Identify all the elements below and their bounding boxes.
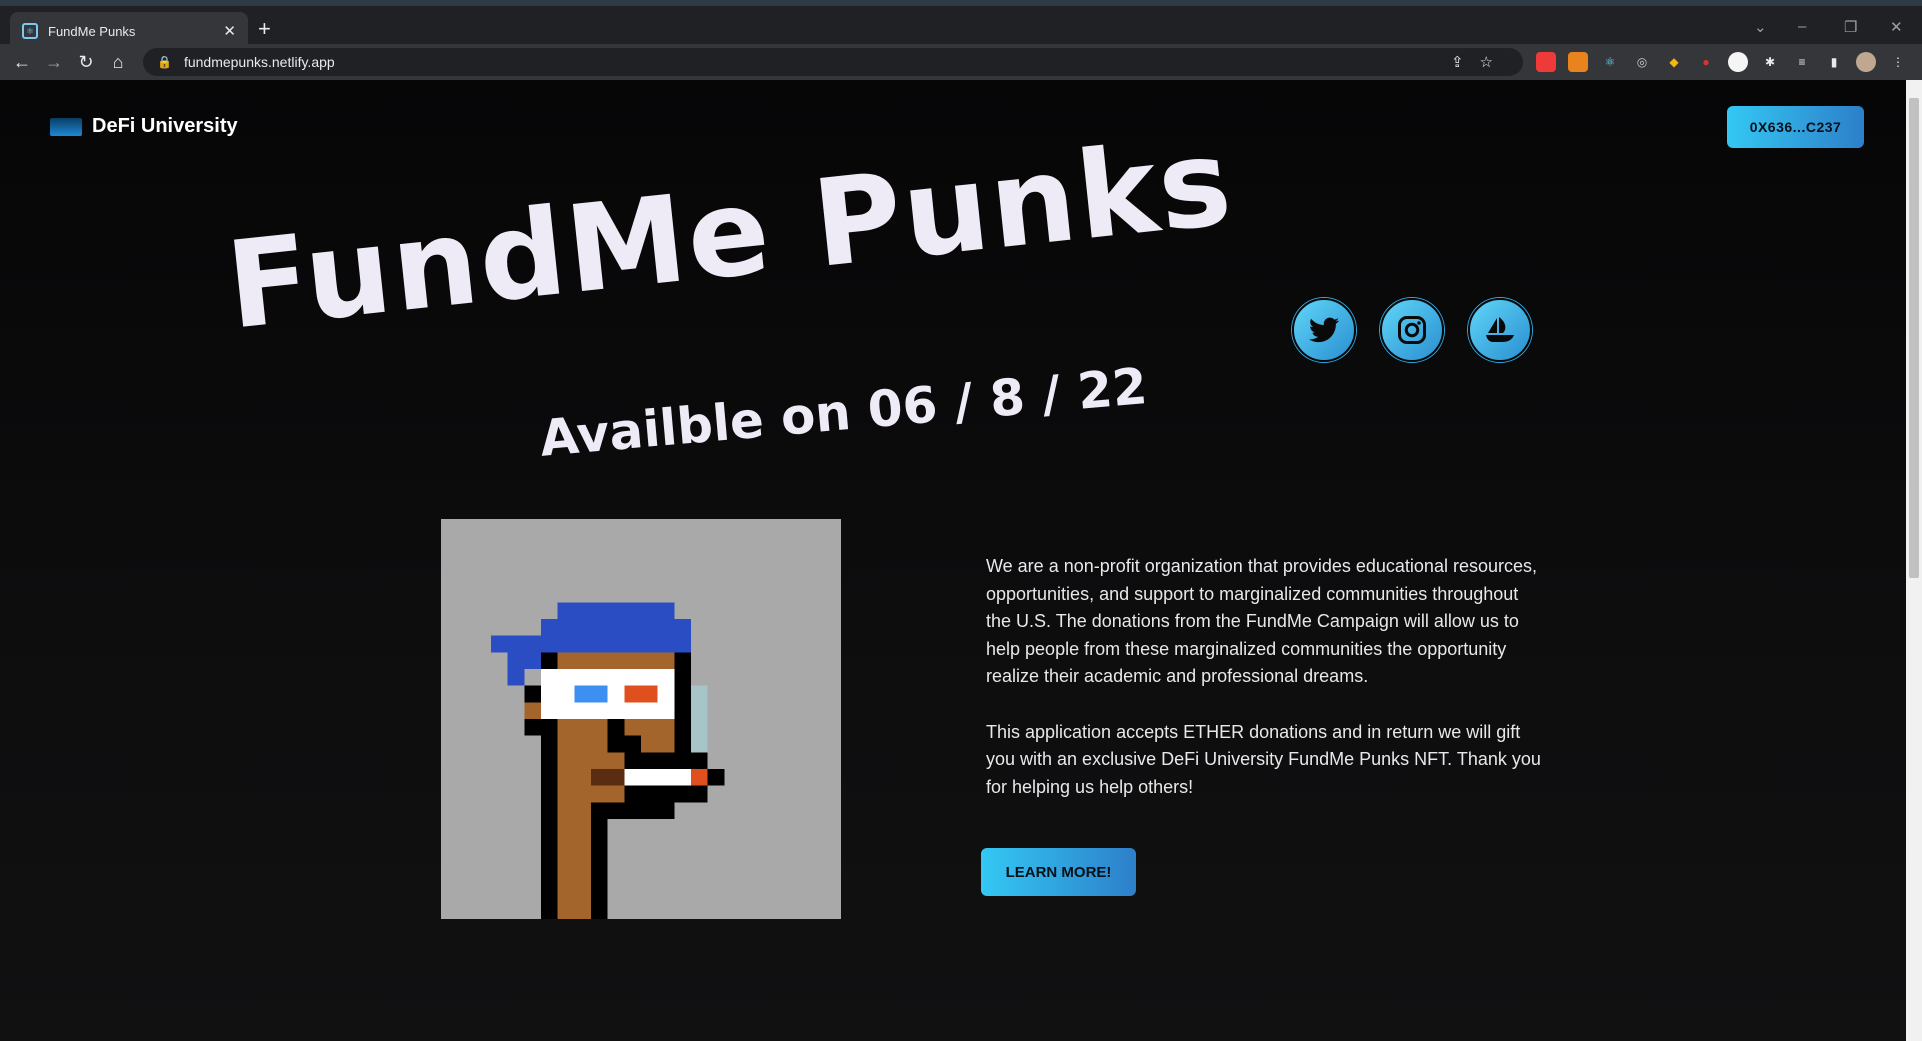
- avatar[interactable]: [1856, 52, 1876, 72]
- address-bar[interactable]: 🔒 fundmepunks.netlify.app ⇪☆: [143, 48, 1523, 76]
- brand[interactable]: DeFi University: [50, 115, 238, 138]
- about-section: We are a non-profit organization that pr…: [986, 553, 1546, 801]
- browser-tab-bar: ⚛ FundMe Punks ✕ + ⌄ – ❐ ✕: [0, 0, 1922, 50]
- react-devtools-icon[interactable]: ⚛: [1600, 52, 1620, 72]
- twitter-link[interactable]: [1292, 298, 1356, 362]
- hero-title: FundMe Punks: [220, 112, 1240, 357]
- brand-logo: [50, 117, 82, 136]
- share-icon[interactable]: ⇪: [1451, 54, 1480, 71]
- tab-search-icon[interactable]: ⌄: [1754, 18, 1767, 36]
- site-favicon-icon: ⚛: [22, 23, 38, 39]
- tab-title: FundMe Punks: [48, 23, 136, 39]
- instagram-link[interactable]: [1380, 298, 1444, 362]
- close-tab-icon[interactable]: ✕: [223, 22, 236, 40]
- new-tab-icon[interactable]: +: [258, 18, 271, 40]
- learn-more-button[interactable]: LEARN MORE!: [981, 848, 1136, 896]
- forward-icon[interactable]: →: [38, 52, 70, 73]
- page: DeFi University 0X636...C237 FundMe Punk…: [0, 80, 1906, 1041]
- scrollbar-thumb[interactable]: [1909, 98, 1919, 578]
- back-icon[interactable]: ←: [6, 52, 38, 73]
- instagram-icon: [1398, 316, 1426, 344]
- extensions-area: ⚛ ◎ ◆ ● ✱ ≡ ▮ ⋮: [1536, 52, 1908, 72]
- social-links: [1292, 298, 1532, 362]
- about-paragraph-1: We are a non-profit organization that pr…: [986, 556, 1537, 686]
- metamask-icon[interactable]: [1568, 52, 1588, 72]
- puzzle-icon[interactable]: ✱: [1760, 52, 1780, 72]
- extension-icon[interactable]: ●: [1696, 52, 1716, 72]
- opensea-icon: [1486, 317, 1514, 342]
- close-window-icon[interactable]: ✕: [1890, 18, 1903, 36]
- bookmark-star-icon[interactable]: ☆: [1480, 54, 1509, 71]
- binance-icon[interactable]: ◆: [1664, 52, 1684, 72]
- home-icon[interactable]: ⌂: [102, 52, 134, 73]
- about-paragraph-2: This application accepts ETHER donations…: [986, 721, 1541, 797]
- hero-subtitle: Availble on 06 / 8 / 22: [537, 357, 1150, 468]
- page-scrollbar[interactable]: [1906, 80, 1922, 1041]
- extension-icon[interactable]: ◎: [1632, 52, 1652, 72]
- wallet-address-button[interactable]: 0X636...C237: [1727, 106, 1864, 148]
- lock-icon[interactable]: 🔒: [157, 55, 172, 69]
- extension-icon[interactable]: [1536, 52, 1556, 72]
- url-text: fundmepunks.netlify.app: [183, 54, 335, 70]
- reload-icon[interactable]: ↻: [70, 52, 102, 73]
- twitter-icon: [1309, 317, 1339, 343]
- reading-list-icon[interactable]: ≡: [1792, 52, 1812, 72]
- punk-nft-image: [441, 519, 841, 919]
- extension-icon[interactable]: [1728, 52, 1748, 72]
- browser-toolbar: ← → ↻ ⌂ 🔒 fundmepunks.netlify.app ⇪☆ ⚛ ◎…: [0, 44, 1922, 80]
- menu-icon[interactable]: ⋮: [1888, 52, 1908, 72]
- side-panel-icon[interactable]: ▮: [1824, 52, 1844, 72]
- opensea-link[interactable]: [1468, 298, 1532, 362]
- restore-icon[interactable]: ❐: [1844, 18, 1857, 36]
- brand-name: DeFi University: [92, 115, 238, 137]
- minimize-icon[interactable]: –: [1798, 18, 1806, 35]
